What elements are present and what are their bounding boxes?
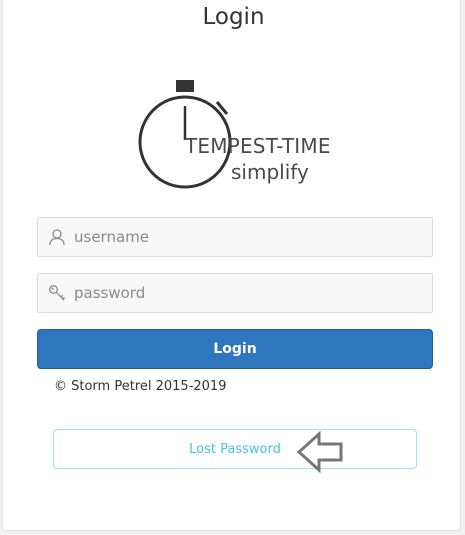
key-icon <box>48 284 66 302</box>
username-input[interactable] <box>74 218 424 256</box>
login-button[interactable]: Login <box>37 329 433 369</box>
login-card: Login TEMPEST-TIME simplify username Log… <box>2 0 461 531</box>
password-field[interactable] <box>37 273 433 313</box>
username-field[interactable] <box>37 217 433 257</box>
user-icon <box>48 228 66 246</box>
password-input[interactable] <box>74 274 424 312</box>
left-arrow-icon <box>296 431 343 473</box>
logo-name: TEMPEST-TIME <box>185 134 331 158</box>
page-title: Login <box>202 4 265 30</box>
logo-tagline: simplify <box>231 160 309 184</box>
app-logo: TEMPEST-TIME simplify <box>133 74 343 194</box>
copyright-text: © Storm Petrel 2015-2019 <box>54 379 227 394</box>
lost-password-button[interactable]: Lost Password <box>53 429 417 469</box>
